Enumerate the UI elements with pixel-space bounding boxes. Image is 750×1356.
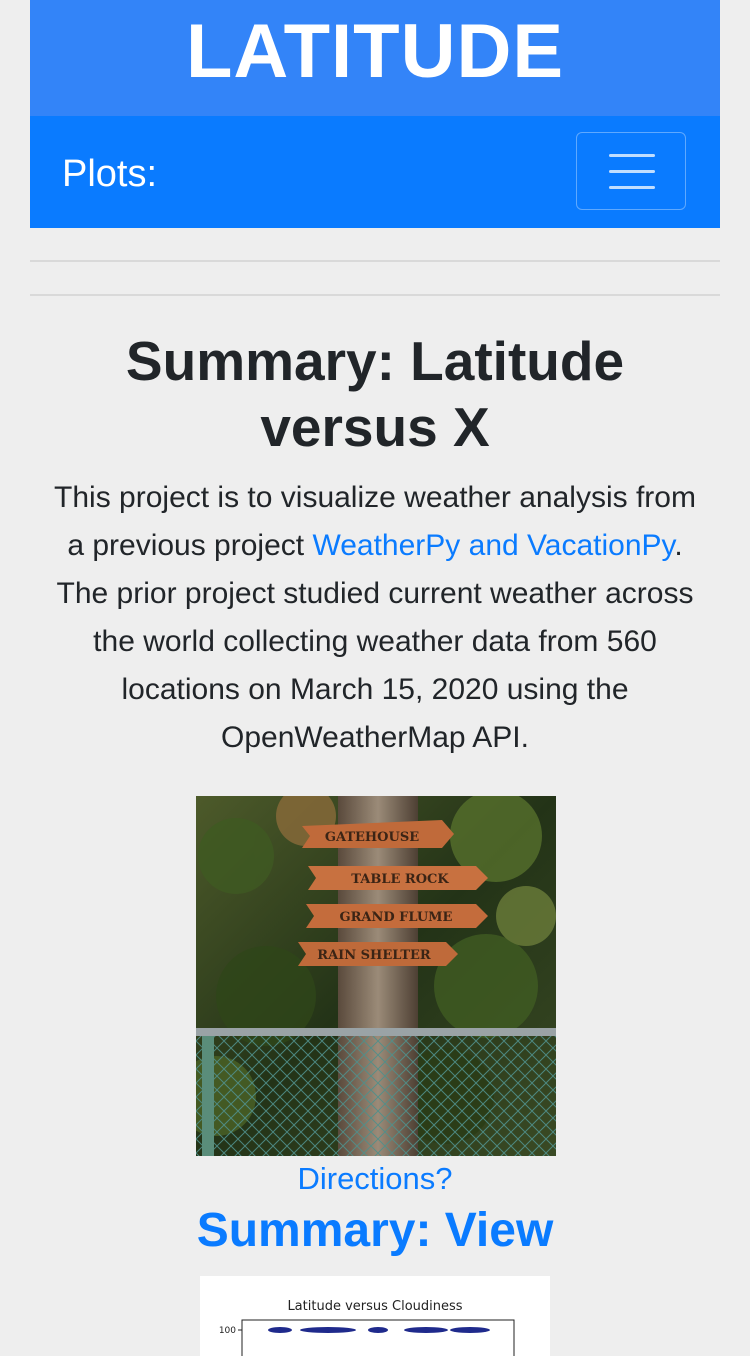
navbar: Plots:	[30, 116, 720, 228]
weatherpy-link[interactable]: WeatherPy and VacationPy	[312, 529, 674, 562]
page-container: LATITUDE Plots: Summary: Latitude versus…	[30, 0, 720, 1356]
sign-grand-flume: GRAND FLUME	[340, 910, 453, 925]
sign-table-rock: TABLE ROCK	[351, 872, 449, 887]
chart-title: Latitude versus Cloudiness	[287, 1299, 462, 1314]
chart-points	[268, 1327, 490, 1333]
divider	[30, 260, 720, 262]
site-banner: LATITUDE	[30, 0, 720, 116]
divider	[30, 294, 720, 296]
intro-text-continued: . The prior project studied current weat…	[56, 529, 694, 754]
sign-rain-shelter: RAIN SHELTER	[317, 948, 431, 963]
summary-title: Summary: Latitude versus X	[125, 330, 625, 458]
chart-image: Latitude versus Cloudiness 100	[219, 1299, 515, 1356]
cloudiness-chart-preview: Latitude versus Cloudiness 100	[200, 1276, 550, 1356]
sign-gatehouse: GATEHOUSE	[325, 830, 419, 845]
navbar-toggle-button[interactable]	[576, 132, 686, 210]
chart-ytick: 100	[219, 1326, 236, 1336]
summary-intro: This project is to visualize weather ana…	[54, 474, 696, 762]
directions-photo: GATEHOUSE TABLE ROCK GRAND FLUME RAIN SH…	[196, 796, 556, 1156]
navbar-brand[interactable]: Plots:	[62, 152, 157, 196]
view-title: Summary: View	[196, 1204, 554, 1257]
signpost-image: GATEHOUSE TABLE ROCK GRAND FLUME RAIN SH…	[196, 796, 556, 1156]
directions-link[interactable]: Directions?	[30, 1158, 720, 1200]
site-title: LATITUDE	[185, 9, 565, 94]
